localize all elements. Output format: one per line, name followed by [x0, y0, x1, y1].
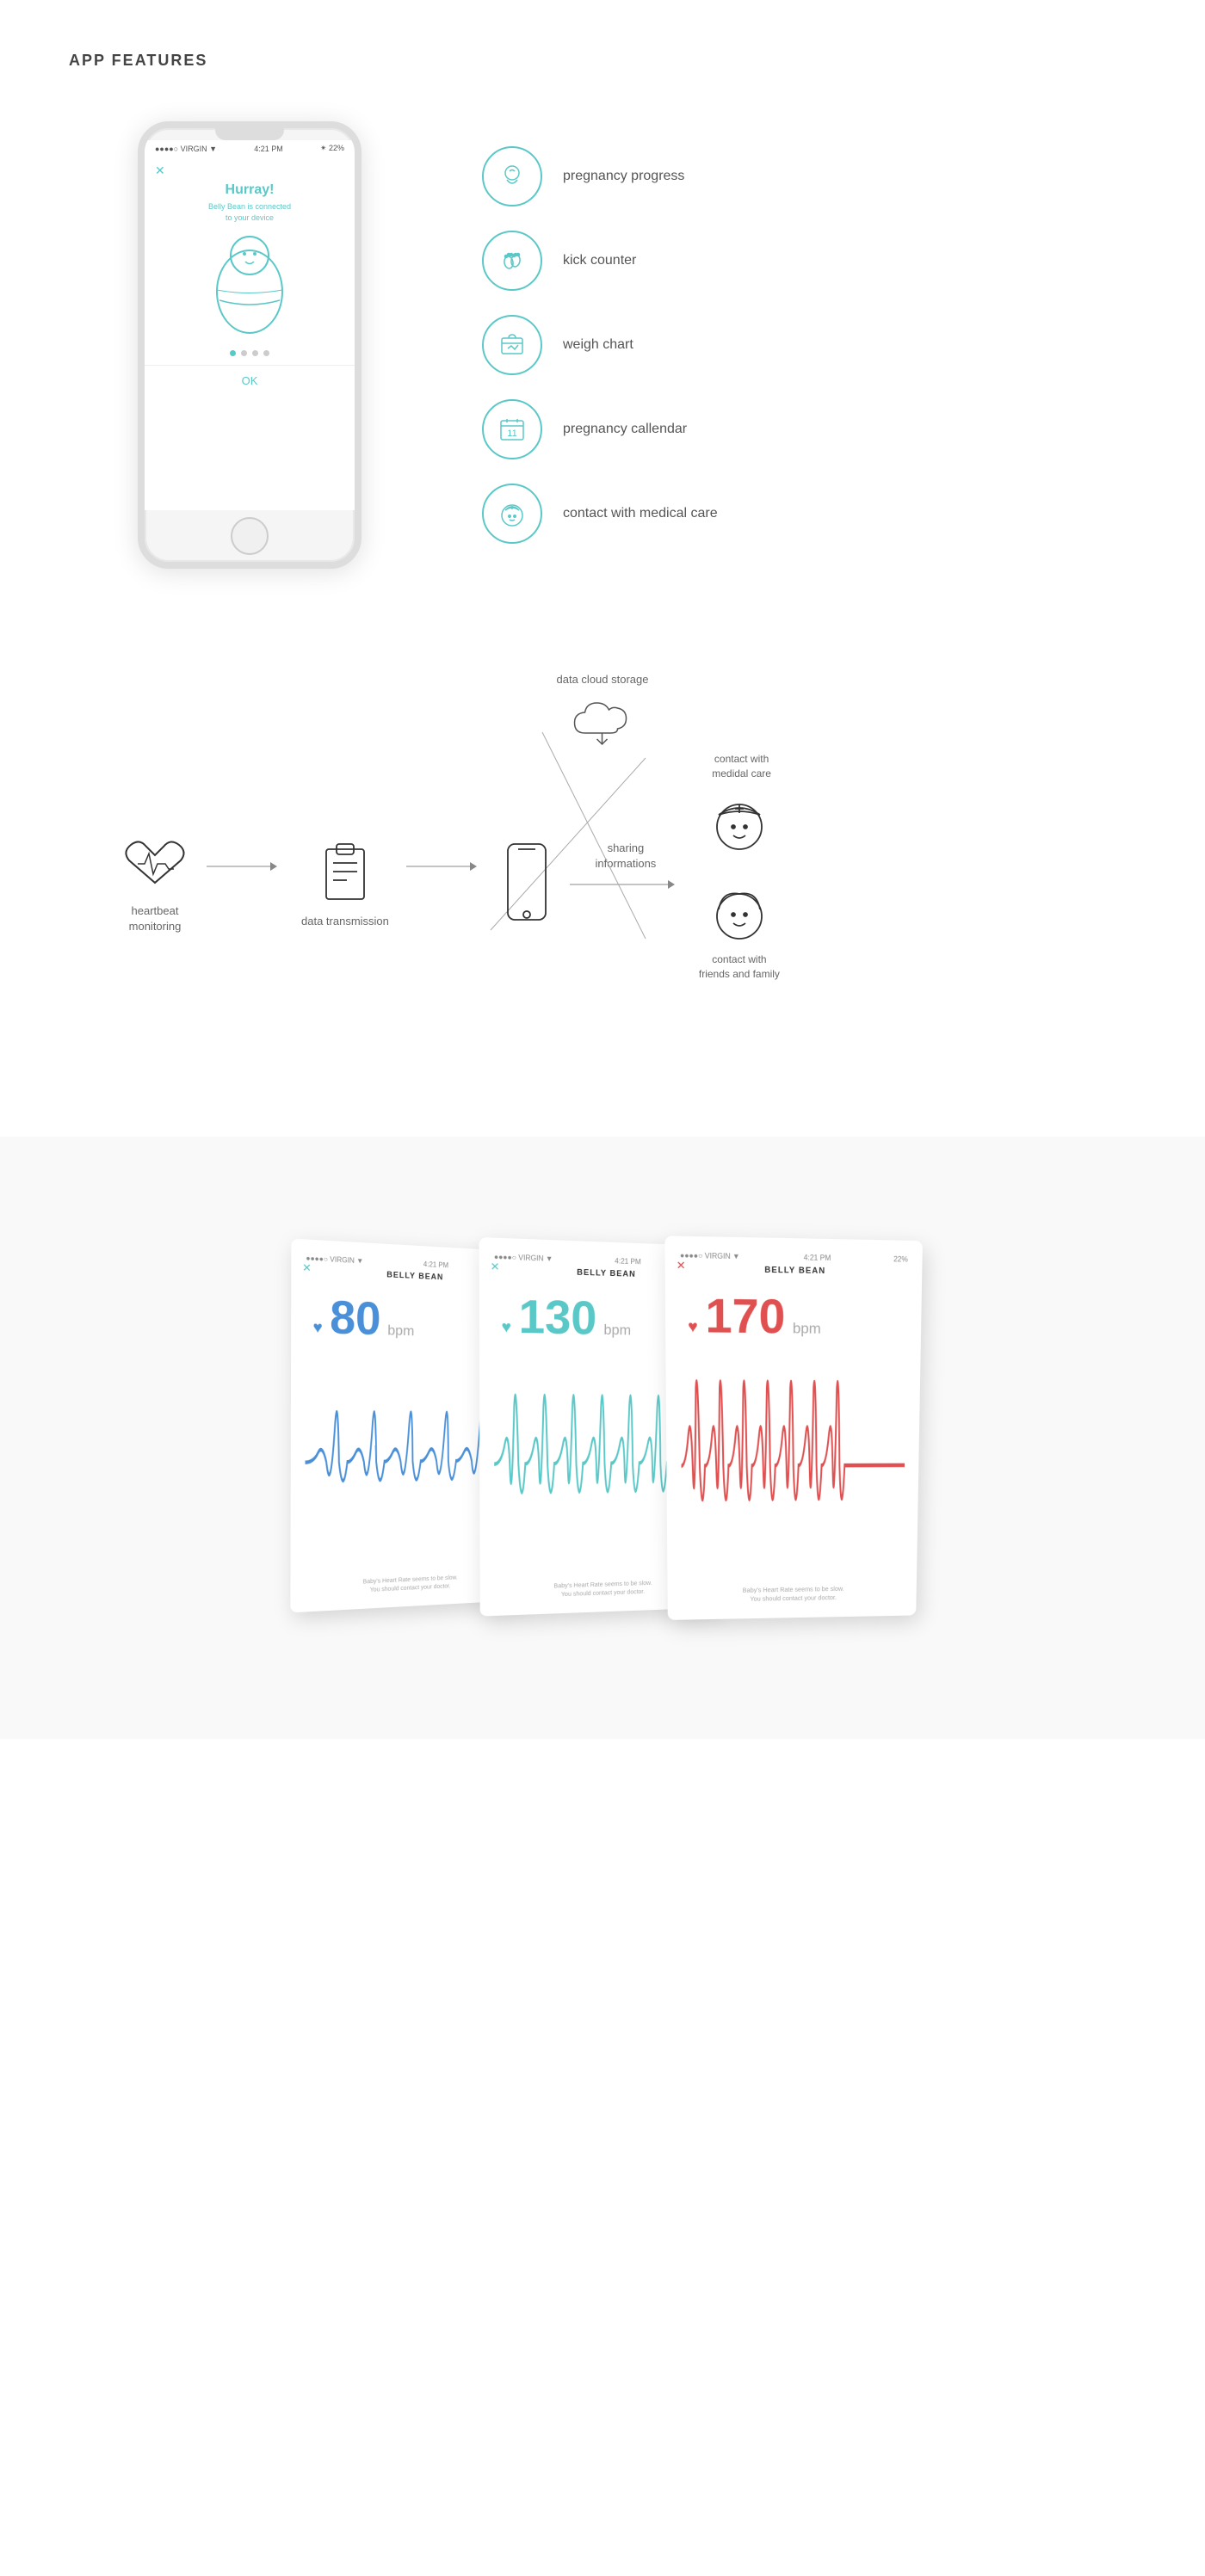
screens-container: ●●●●○ VIRGIN ▼ 4:21 PM 22% BELLY BEAN ✕ …: [34, 1197, 1171, 1661]
data-flow-section: data cloud storage heartbeatmonitoring: [0, 638, 1205, 1137]
nurse-icon: [705, 787, 774, 856]
person-icon: [705, 877, 774, 946]
sc3-brand: BELLY BEAN: [680, 1264, 908, 1277]
contact-friends-group: contact withfriends and family: [699, 877, 780, 982]
heart-rate-section: ●●●●○ VIRGIN ▼ 4:21 PM 22% BELLY BEAN ✕ …: [0, 1137, 1205, 1739]
sc3-heart-bpm: ♥ 170 bpm: [688, 1292, 907, 1343]
screen-card-3: ●●●●○ VIRGIN ▼ 4:21 PM 22% BELLY BEAN ✕ …: [664, 1236, 923, 1620]
status-time: 4:21 PM: [254, 145, 283, 153]
cloud-label: data cloud storage: [557, 672, 649, 687]
sc1-bpm-unit: bpm: [387, 1323, 414, 1340]
heartbeat-icon: [120, 833, 189, 893]
sc2-bpm-number: 130: [518, 1293, 596, 1342]
feature-label-medical-care: contact with medical care: [563, 506, 718, 521]
friends-family-label: contact withfriends and family: [699, 952, 780, 982]
dot-2: [241, 350, 247, 356]
dot-1: [230, 350, 236, 356]
sc3-footer: Baby's Heart Rate seems to be slow.You s…: [682, 1585, 902, 1605]
feature-icon-weigh-chart: [482, 315, 542, 375]
sc3-heart-icon: ♥: [688, 1317, 698, 1337]
phone-mockup: ●●●●○ VIRGIN ▼ 4:21 PM ✴ 22% ✕ Hurray! B…: [138, 121, 362, 569]
phone-subtitle: Belly Bean is connectedto your device: [208, 201, 291, 223]
baby-illustration: [202, 231, 297, 343]
sc2-heart-icon: ♥: [502, 1317, 511, 1337]
medical-care-label: contact withmedidal care: [712, 752, 771, 781]
data-transmission-label: data transmission: [301, 914, 389, 929]
phone-screen: ✕ Hurray! Belly Bean is connectedto your…: [145, 157, 355, 510]
svg-text:11: 11: [507, 428, 516, 439]
arrow-1: [207, 858, 284, 875]
features-list: pregnancy progress: [482, 146, 718, 544]
status-right: ✴ 22%: [320, 144, 344, 153]
phone-home-button[interactable]: [231, 517, 269, 555]
cloud-icon: [568, 694, 637, 746]
data-transmission-group: data transmission: [301, 839, 389, 929]
phone-status-bar: ●●●●○ VIRGIN ▼ 4:21 PM ✴ 22%: [145, 140, 355, 157]
features-layout: ●●●●○ VIRGIN ▼ 4:21 PM ✴ 22% ✕ Hurray! B…: [69, 121, 1136, 569]
arrow-right-2: [406, 858, 484, 875]
phone-hurray-text: Hurray!: [226, 182, 275, 198]
heartbeat-group: heartbeatmonitoring: [120, 833, 189, 934]
arrow-2: [406, 858, 484, 875]
feature-label-weigh-chart: weigh chart: [563, 337, 633, 353]
data-flow-wrapper: data cloud storage heartbeatmonitoring: [69, 672, 1136, 1085]
horizontal-flow: heartbeatmonitoring data transmissi: [120, 752, 780, 1016]
sc2-status-time: 4:21 PM: [615, 1257, 641, 1266]
feature-label-pregnancy-calendar: pregnancy callendar: [563, 422, 687, 437]
clipboard-icon: [319, 839, 371, 903]
sc1-close-icon[interactable]: ✕: [302, 1261, 312, 1274]
sc3-bpm-number: 170: [705, 1292, 785, 1341]
section-title: APP FEATURES: [69, 52, 1136, 70]
arrow-right-3: [570, 876, 682, 893]
sc1-status-time: 4:21 PM: [423, 1260, 448, 1270]
feature-label-pregnancy-progress: pregnancy progress: [563, 169, 684, 184]
sc1-heart-icon: ♥: [312, 1318, 322, 1337]
feature-icon-pregnancy-progress: [482, 146, 542, 206]
sc2-status-left: ●●●●○ VIRGIN ▼: [494, 1253, 553, 1263]
sc2-bpm-unit: bpm: [603, 1322, 631, 1339]
feature-icon-medical-care: [482, 484, 542, 544]
phone-center-group: [501, 841, 553, 927]
sc3-status-left: ●●●●○ VIRGIN ▼: [680, 1251, 740, 1260]
phone-icon: [501, 841, 553, 927]
cloud-storage-group: data cloud storage: [557, 672, 649, 746]
dot-3: [252, 350, 258, 356]
arrow-right-1: [207, 858, 284, 875]
dot-4: [263, 350, 269, 356]
sc3-status-time: 4:21 PM: [804, 1254, 831, 1262]
contact-medical-group: contact withmedidal care: [699, 752, 780, 857]
sharing-label: sharinginformations: [595, 841, 656, 872]
feature-item-pregnancy-calendar: 11 pregnancy callendar: [482, 399, 718, 459]
arrow-sharing: sharinginformations: [570, 841, 682, 892]
phone-pagination-dots: [230, 350, 269, 356]
sc3-waveform: [681, 1348, 906, 1581]
feature-icon-kick-counter: [482, 231, 542, 291]
sc3-close-icon[interactable]: ✕: [677, 1259, 686, 1273]
heartbeat-label: heartbeatmonitoring: [129, 903, 182, 934]
sc3-status-right: 22%: [893, 1255, 908, 1264]
feature-label-kick-counter: kick counter: [563, 253, 636, 268]
feature-item-medical-care: contact with medical care: [482, 484, 718, 544]
sc3-bpm-unit: bpm: [793, 1321, 821, 1338]
sc2-close-icon[interactable]: ✕: [491, 1260, 500, 1273]
sc3-status: ●●●●○ VIRGIN ▼ 4:21 PM 22%: [680, 1251, 908, 1263]
feature-icon-pregnancy-calendar: 11: [482, 399, 542, 459]
sc1-status-left: ●●●●○ VIRGIN ▼: [306, 1254, 363, 1266]
phone-close-icon[interactable]: ✕: [155, 163, 165, 178]
right-contacts: contact withmedidal care: [699, 752, 780, 982]
sc1-bpm-number: 80: [330, 1294, 381, 1342]
phone-notch: [215, 128, 284, 140]
status-left: ●●●●○ VIRGIN ▼: [155, 145, 217, 153]
sc3-chart: [681, 1348, 906, 1581]
feature-item-weigh-chart: weigh chart: [482, 315, 718, 375]
feature-item-pregnancy-progress: pregnancy progress: [482, 146, 718, 206]
app-features-section: APP FEATURES ●●●●○ VIRGIN ▼ 4:21 PM ✴ 22…: [0, 0, 1205, 638]
feature-item-kick-counter: kick counter: [482, 231, 718, 291]
phone-ok-button[interactable]: OK: [145, 365, 355, 396]
